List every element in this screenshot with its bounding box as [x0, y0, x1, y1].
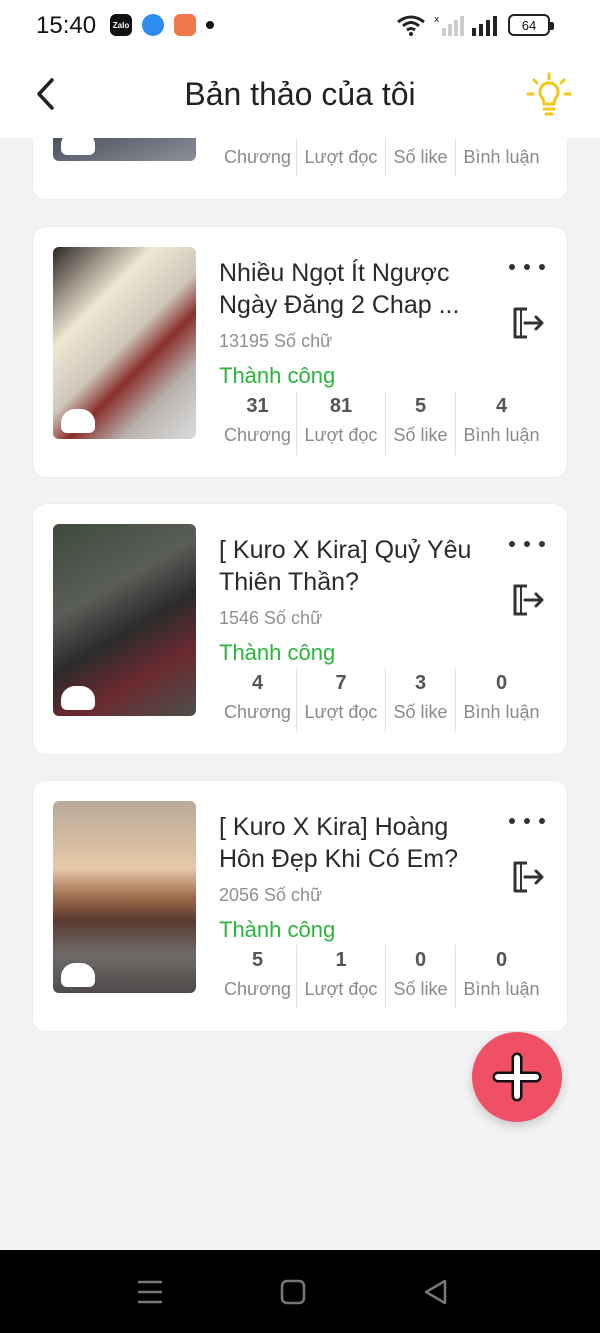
stats-row: 31 Chương 81 Lượt đọc 5 Số like 4 Bình luận	[219, 391, 547, 455]
stat-chapters: 31 Chương	[219, 391, 297, 455]
stats-row: Chương Lượt đọc Số like Bình luận	[219, 138, 547, 177]
system-icons: x 64	[396, 14, 554, 36]
stat-chapters: Chương	[219, 138, 297, 177]
stat-comments: 0 Bình luận	[463, 672, 540, 722]
word-count: 13195 Số chữ	[219, 331, 333, 351]
stats-row: 5 Chương 1 Lượt đọc 0 Số like 0 Bình luận	[219, 945, 547, 1009]
battery-level: 64	[521, 17, 537, 33]
add-draft-button[interactable]	[472, 1032, 562, 1122]
more-options-button[interactable]	[509, 534, 545, 554]
status-bar: 15:40 Zalo x 64	[0, 0, 600, 54]
word-count: 1546 Số chữ	[219, 608, 323, 628]
stat-likes: Số like	[386, 138, 456, 177]
status-label: Thành công	[219, 917, 336, 942]
story-title[interactable]: [ Kuro X Kira] Hoàng Hôn Đẹp Khi Có Em?	[219, 811, 489, 875]
more-options-button[interactable]	[509, 811, 545, 831]
lightbulb-icon[interactable]	[526, 72, 572, 118]
home-square-icon[interactable]	[277, 1276, 309, 1308]
page-title: Bản thảo của tôi	[184, 76, 416, 112]
stat-likes: 5 Số like	[386, 391, 456, 455]
stat-likes: 3 Số like	[386, 668, 456, 732]
status-label: Thành công	[219, 640, 336, 665]
cover-image[interactable]	[53, 247, 196, 439]
back-triangle-icon[interactable]	[420, 1276, 452, 1308]
export-icon[interactable]	[509, 859, 545, 895]
zalo-icon: Zalo	[110, 14, 132, 36]
draft-card[interactable]: Nhiều Ngọt Ít Ngược Ngày Đăng 2 Chap ...…	[32, 226, 568, 478]
stat-reads: 1 Lượt đọc	[297, 945, 386, 1009]
comment-bubble-icon	[61, 963, 95, 987]
comment-bubble-icon	[61, 409, 95, 433]
comment-bubble-icon	[61, 686, 95, 710]
comment-bubble-icon	[61, 138, 95, 155]
more-options-button[interactable]	[509, 257, 545, 277]
app-header: Bản thảo của tôi	[0, 54, 600, 138]
svg-text:x: x	[434, 15, 440, 25]
signal-icon	[472, 16, 497, 36]
stat-reads: Lượt đọc	[297, 138, 386, 177]
story-title[interactable]: [ Kuro X Kira] Quỷ Yêu Thiên Thần?	[219, 534, 489, 598]
stats-row: 4 Chương 7 Lượt đọc 3 Số like 0 Bình luận	[219, 668, 547, 732]
cover-image[interactable]	[53, 138, 196, 161]
stat-chapters: 5 Chương	[219, 945, 297, 1009]
stat-reads: 7 Lượt đọc	[297, 668, 386, 732]
stat-comments: Bình luận	[463, 147, 540, 167]
plus-icon	[492, 1052, 542, 1102]
status-label: Thành công	[219, 363, 336, 388]
stat-comments: 0 Bình luận	[463, 949, 540, 999]
notification-icons: Zalo	[110, 14, 214, 36]
export-icon[interactable]	[509, 582, 545, 618]
dot-icon	[206, 21, 214, 29]
stat-comments: 4 Bình luận	[463, 395, 540, 445]
export-icon[interactable]	[509, 305, 545, 341]
story-title[interactable]: Nhiều Ngọt Ít Ngược Ngày Đăng 2 Chap ...	[219, 257, 489, 321]
cover-image[interactable]	[53, 524, 196, 716]
draft-card[interactable]: [ Kuro X Kira] Quỷ Yêu Thiên Thần? 1546 …	[32, 503, 568, 755]
menu-icon[interactable]	[134, 1276, 166, 1308]
word-count: 2056 Số chữ	[219, 885, 323, 905]
messenger-icon	[142, 14, 164, 36]
stat-reads: 81 Lượt đọc	[297, 391, 386, 455]
game-icon	[174, 14, 196, 36]
status-time: 15:40	[36, 12, 97, 39]
battery-icon: 64	[508, 14, 554, 36]
stat-likes: 0 Số like	[386, 945, 456, 1009]
stat-chapters: 4 Chương	[219, 668, 297, 732]
draft-card[interactable]: [ Kuro X Kira] Hoàng Hôn Đẹp Khi Có Em? …	[32, 780, 568, 1032]
signal-off-icon: x	[434, 15, 464, 36]
system-nav-bar	[0, 1250, 600, 1333]
draft-card[interactable]: Chương Lượt đọc Số like Bình luận	[32, 138, 568, 200]
wifi-icon	[397, 15, 425, 36]
cover-image[interactable]	[53, 801, 196, 993]
